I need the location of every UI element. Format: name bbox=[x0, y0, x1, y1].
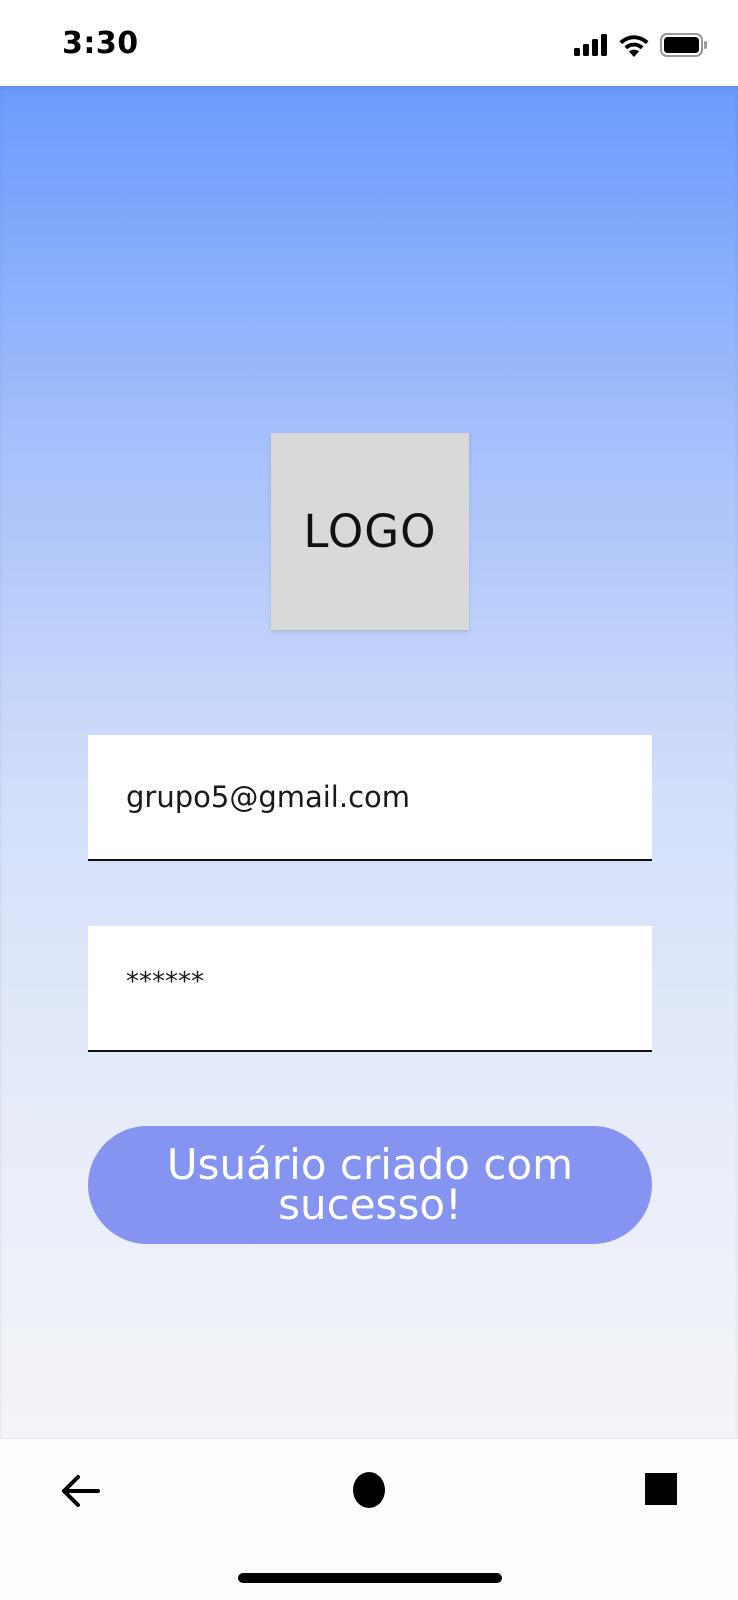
battery-icon bbox=[660, 33, 707, 57]
logo-placeholder: LOGO bbox=[271, 433, 469, 630]
password-field[interactable]: ****** bbox=[88, 926, 652, 1052]
cellular-signal-icon bbox=[574, 34, 607, 56]
home-indicator[interactable] bbox=[238, 1573, 502, 1583]
recents-square-icon[interactable] bbox=[645, 1473, 677, 1505]
email-field[interactable]: grupo5@gmail.com bbox=[88, 735, 652, 861]
success-button[interactable]: Usuário criado com sucesso! bbox=[88, 1126, 652, 1244]
home-circle-icon[interactable] bbox=[353, 1472, 385, 1508]
email-value: grupo5@gmail.com bbox=[126, 780, 411, 814]
wifi-icon bbox=[619, 35, 649, 57]
success-button-label: Usuário criado com sucesso! bbox=[166, 1140, 574, 1229]
logo-text: LOGO bbox=[303, 505, 437, 558]
status-time: 3:30 bbox=[62, 26, 139, 61]
app-screen: 3:30 LOGO grupo5@gmail.com ****** Usuári… bbox=[0, 0, 738, 1600]
password-value: ****** bbox=[126, 967, 204, 997]
back-arrow-icon[interactable] bbox=[58, 1469, 102, 1513]
navigation-bar bbox=[0, 1438, 738, 1600]
login-content: LOGO grupo5@gmail.com ****** Usuário cri… bbox=[0, 86, 738, 1438]
status-bar: 3:30 bbox=[0, 0, 738, 86]
status-icons bbox=[574, 30, 708, 60]
